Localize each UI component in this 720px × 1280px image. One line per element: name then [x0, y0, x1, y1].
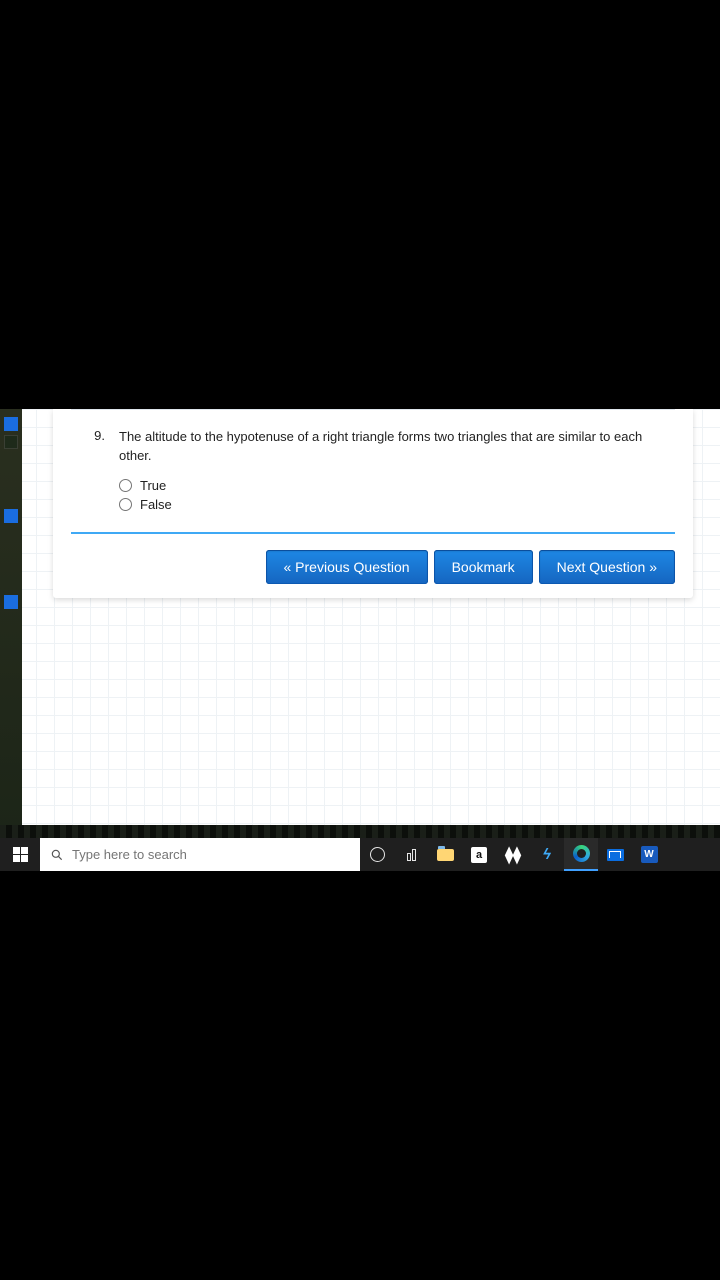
mail-button[interactable]: [598, 838, 632, 871]
search-input[interactable]: [72, 847, 350, 862]
option-true[interactable]: True: [119, 476, 659, 495]
lightning-icon: ϟ: [543, 846, 551, 863]
taskbar-icons: a ⧫⧫ ϟ W: [360, 838, 666, 871]
quiz-card: 9. The altitude to the hypotenuse of a r…: [53, 409, 693, 598]
question-nav-row: « Previous Question Bookmark Next Questi…: [53, 534, 693, 586]
option-true-radio[interactable]: [119, 479, 132, 492]
question-text: The altitude to the hypotenuse of a righ…: [119, 428, 659, 466]
option-label: False: [140, 497, 172, 512]
wallpaper-strip: [0, 825, 720, 838]
desktop-icon[interactable]: [4, 435, 18, 449]
folder-icon: [437, 849, 454, 861]
word-icon: W: [641, 846, 658, 863]
option-label: True: [140, 478, 166, 493]
option-false[interactable]: False: [119, 495, 659, 514]
desktop-icon[interactable]: [4, 417, 18, 431]
search-icon: [50, 848, 64, 862]
task-view-icon: [407, 849, 416, 861]
option-false-radio[interactable]: [119, 498, 132, 511]
desktop-left-strip: [0, 409, 22, 871]
dropbox-icon: ⧫⧫: [505, 845, 521, 865]
snip-button[interactable]: ϟ: [530, 838, 564, 871]
dropbox-button[interactable]: ⧫⧫: [496, 838, 530, 871]
desktop-icon[interactable]: [4, 595, 18, 609]
desktop-area: 9. The altitude to the hypotenuse of a r…: [0, 409, 720, 871]
question-block: 9. The altitude to the hypotenuse of a r…: [71, 409, 675, 534]
taskbar-search[interactable]: [40, 838, 360, 871]
mail-icon: [607, 849, 624, 861]
start-button[interactable]: [0, 838, 40, 871]
edge-button[interactable]: [564, 838, 598, 871]
taskbar: a ⧫⧫ ϟ W: [0, 838, 720, 871]
amazon-button[interactable]: a: [462, 838, 496, 871]
cortana-button[interactable]: [360, 838, 394, 871]
next-question-button[interactable]: Next Question »: [539, 550, 675, 584]
answer-options: True False: [119, 476, 659, 514]
desktop-icon[interactable]: [4, 509, 18, 523]
previous-question-button[interactable]: « Previous Question: [266, 550, 428, 584]
word-button[interactable]: W: [632, 838, 666, 871]
bookmark-button[interactable]: Bookmark: [434, 550, 533, 584]
circle-icon: [370, 847, 385, 862]
edge-icon: [573, 845, 590, 862]
amazon-icon: a: [471, 847, 487, 863]
task-view-button[interactable]: [394, 838, 428, 871]
file-explorer-button[interactable]: [428, 838, 462, 871]
question-number: 9.: [87, 428, 105, 514]
windows-icon: [13, 847, 28, 862]
